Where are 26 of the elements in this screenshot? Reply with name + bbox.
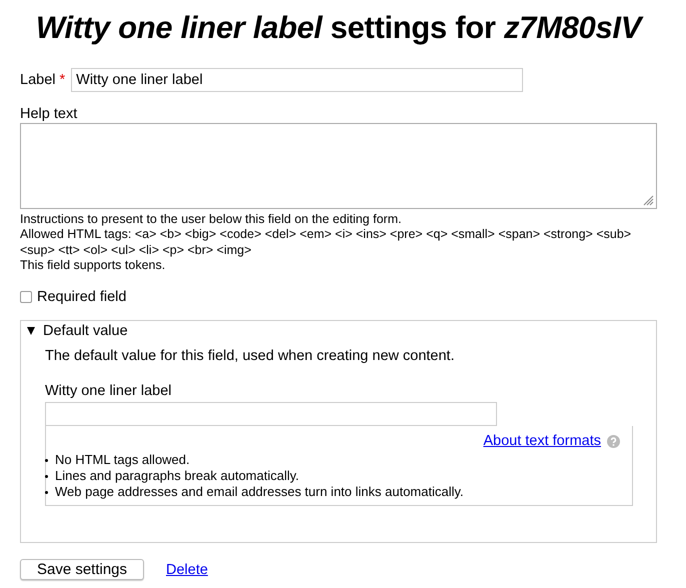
checkbox-label: Required field bbox=[37, 289, 126, 306]
field-label: Help text bbox=[20, 106, 78, 122]
panel-description: The default value for this field, used when creating new content. bbox=[45, 348, 456, 364]
field-label: Label bbox=[20, 72, 56, 88]
default-value-toggle[interactable]: Default value bbox=[27, 323, 128, 340]
required-mark: * bbox=[59, 72, 66, 88]
format-tip: No HTML tags allowed. bbox=[55, 452, 190, 468]
resize-grip-icon[interactable] bbox=[643, 195, 654, 206]
field-label: Witty one liner label bbox=[45, 383, 173, 400]
field-description: Instructions to present to the user below this field on the editing form. bbox=[20, 212, 402, 228]
bullet-icon bbox=[45, 474, 48, 478]
bullet-icon bbox=[45, 490, 48, 494]
required-checkbox[interactable] bbox=[20, 291, 32, 304]
save-settings-button[interactable]: Save settings bbox=[20, 559, 144, 580]
format-tip: Lines and paragraphs break automatically. bbox=[55, 468, 300, 484]
default-value-input[interactable] bbox=[45, 402, 497, 426]
format-tip: Web page addresses and email addresses turn into links automatically. bbox=[55, 484, 464, 500]
help-text-area[interactable] bbox=[20, 123, 657, 209]
help-icon[interactable] bbox=[607, 434, 620, 448]
page-title: Witty one liner label settings for z7M80sIV bbox=[34, 10, 644, 46]
bullet-icon bbox=[45, 458, 48, 462]
field-description: Allowed HTML tags: <a> <b> <big> <code> <del> <em> <i> <ins> <pre> <q> <small> <span> <strong> <sub> <sup> <tt> <ol> <ul> <li> <p> <br> <img> bbox=[20, 227, 632, 258]
field-description: This field supports tokens. bbox=[20, 258, 166, 274]
label-input[interactable]: Witty one liner label bbox=[71, 68, 524, 92]
about-text-formats-link[interactable]: About text formats bbox=[483, 433, 601, 450]
delete-link[interactable]: Delete bbox=[166, 562, 208, 578]
